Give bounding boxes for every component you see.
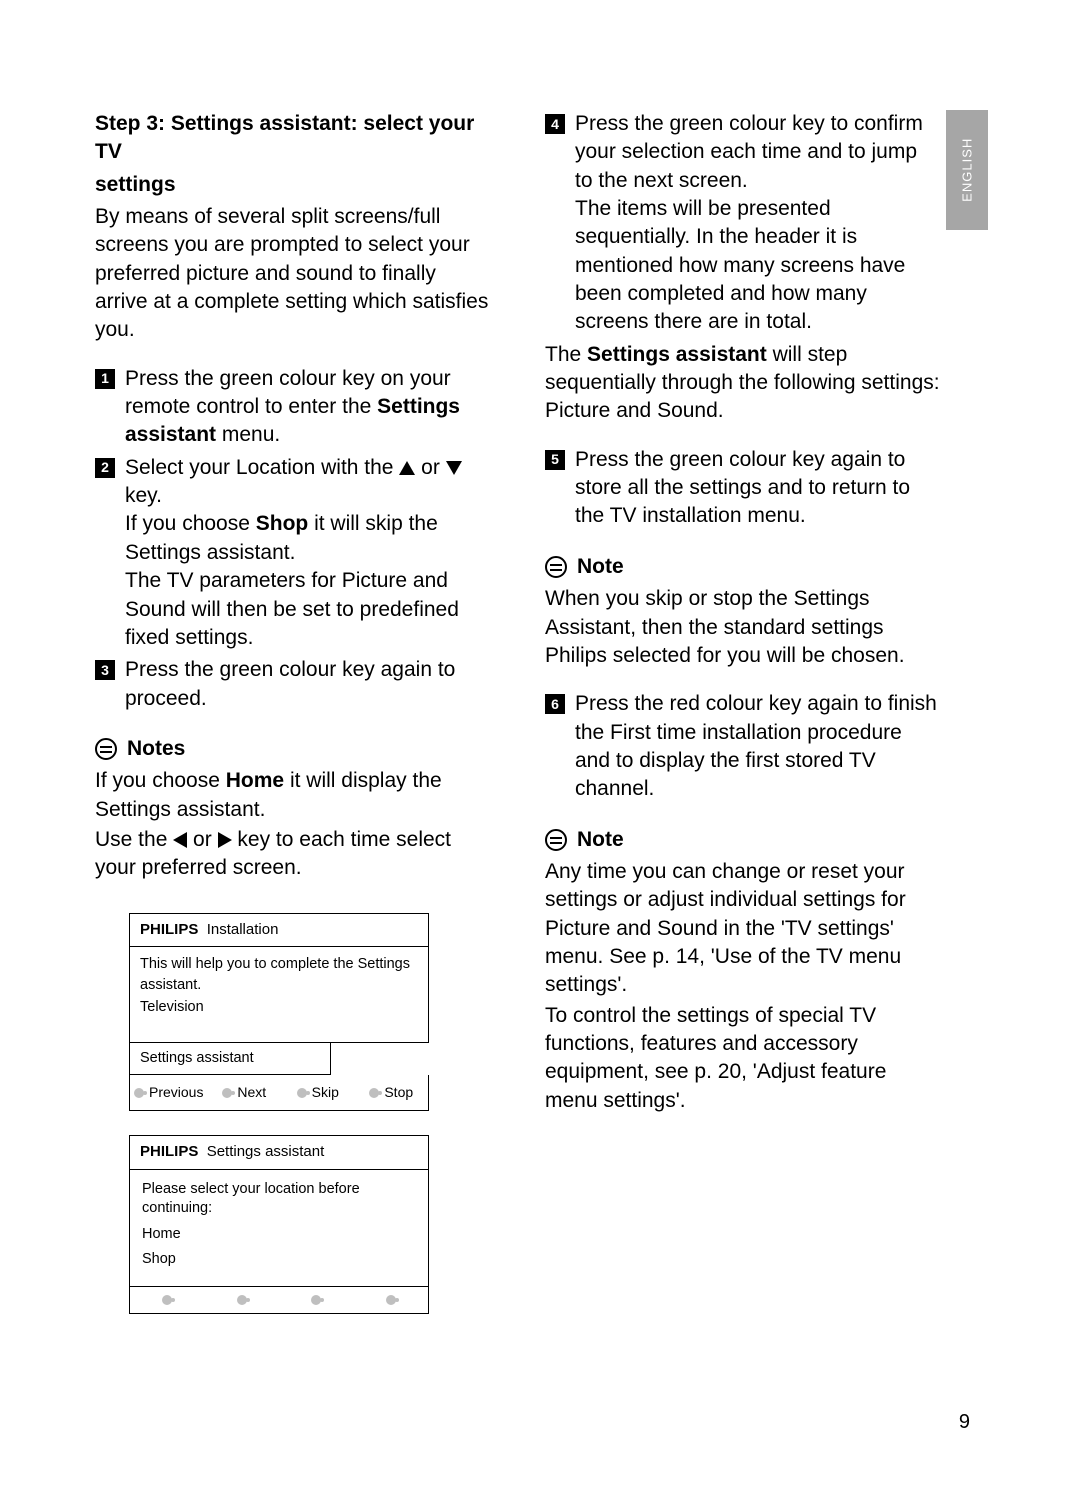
left-column: Step 3: Settings assistant: select your …: [95, 110, 495, 1338]
tv1-title: Installation: [207, 921, 279, 938]
step3-heading-line2: settings: [95, 171, 490, 199]
tv2-softkey-4: [354, 1287, 429, 1313]
tv2-option-shop: Shop: [142, 1250, 416, 1270]
note1-heading: Note: [545, 553, 940, 581]
step-6: 6 Press the red colour key again to fini…: [545, 690, 940, 803]
step-1: 1 Press the green colour key on your rem…: [95, 365, 490, 450]
note2-title: Note: [577, 826, 624, 854]
arrow-up-icon: [399, 461, 415, 475]
tv1-settings-assistant: Settings assistant: [129, 1043, 331, 1076]
step-list-2: 4 Press the green colour key to confirm …: [545, 110, 940, 337]
tv-mock-installation: PHILIPS Installation This will help you …: [129, 913, 429, 1112]
step-6-body: Press the red colour key again to finish…: [575, 690, 940, 803]
tv2-title: Settings assistant: [207, 1143, 325, 1160]
page-number: 9: [959, 1409, 970, 1436]
content-columns: Step 3: Settings assistant: select your …: [95, 110, 985, 1338]
step-3-body: Press the green colour key again to proc…: [125, 656, 490, 713]
step-2: 2 Select your Location with the or key. …: [95, 454, 490, 652]
language-tab-label: ENGLISH: [958, 138, 976, 202]
dot-icon: [237, 1295, 247, 1305]
step-3: 3 Press the green colour key again to pr…: [95, 656, 490, 713]
step-number-3: 3: [95, 660, 115, 680]
tv1-line3: Television: [140, 998, 418, 1018]
tv1-frame: PHILIPS Installation This will help you …: [129, 913, 429, 1043]
step-5-body: Press the green colour key again to stor…: [575, 446, 940, 531]
step-4-body: Press the green colour key to confirm yo…: [575, 110, 940, 337]
dot-icon: [386, 1295, 396, 1305]
tv1-softkey-next: Next: [207, 1075, 281, 1110]
note-icon: [545, 829, 567, 851]
tv2-softkey-2: [205, 1287, 280, 1313]
right-column: 4 Press the green colour key to confirm …: [545, 110, 985, 1338]
note-icon: [95, 738, 117, 760]
tv1-softkey-stop: Stop: [355, 1075, 429, 1110]
step-number-6: 6: [545, 694, 565, 714]
note1-title: Note: [577, 553, 624, 581]
step-number-2: 2: [95, 458, 115, 478]
tv1-body: This will help you to complete the Setti…: [130, 946, 428, 1042]
tv1-softkey-skip: Skip: [281, 1075, 355, 1110]
tv-mock-settings-assistant: PHILIPS Settings assistant Please select…: [129, 1135, 429, 1314]
tv2-softkey-3: [279, 1287, 354, 1313]
tv2-brand: PHILIPS: [140, 1143, 198, 1160]
tv1-softkeys: Previous Next Skip Stop: [129, 1075, 429, 1111]
tv2-softkeys: [129, 1287, 429, 1314]
notes-title: Notes: [127, 735, 185, 763]
step-4: 4 Press the green colour key to confirm …: [545, 110, 940, 337]
note2-heading: Note: [545, 826, 940, 854]
tv2-titlebar: PHILIPS Settings assistant: [130, 1136, 428, 1168]
step3-intro: By means of several split screens/full s…: [95, 203, 490, 345]
step-list-3: 5 Press the green colour key again to st…: [545, 446, 940, 531]
dot-icon: [162, 1295, 172, 1305]
tv1-brand: PHILIPS: [140, 921, 198, 938]
tv2-softkey-1: [130, 1287, 205, 1313]
arrow-left-icon: [173, 832, 187, 848]
step3-heading-line1: Step 3: Settings assistant: select your …: [95, 110, 490, 167]
step3-block: Step 3: Settings assistant: select your …: [95, 110, 490, 345]
step-list-4: 6 Press the red colour key again to fini…: [545, 690, 940, 803]
tv2-line1: Please select your location before conti…: [142, 1180, 416, 1219]
step-2-body: Select your Location with the or key. If…: [125, 454, 490, 652]
arrow-down-icon: [446, 461, 462, 475]
tv1-line2: assistant.: [140, 976, 418, 996]
tv1-softkey-previous: Previous: [130, 1075, 207, 1110]
dot-icon: [222, 1088, 232, 1098]
tv1-titlebar: PHILIPS Installation: [130, 914, 428, 946]
dot-icon: [369, 1088, 379, 1098]
notes-paragraph-1: If you choose Home it will display the S…: [95, 767, 490, 824]
settings-assistant-description: The Settings assistant will step sequent…: [545, 341, 940, 426]
step-number-4: 4: [545, 114, 565, 134]
notes-paragraph-2: Use the or key to each time select your …: [95, 826, 490, 883]
step-number-1: 1: [95, 369, 115, 389]
tv2-option-home: Home: [142, 1225, 416, 1245]
note2-paragraph-1: Any time you can change or reset your se…: [545, 858, 940, 1000]
step-1-body: Press the green colour key on your remot…: [125, 365, 490, 450]
tv2-frame: PHILIPS Settings assistant Please select…: [129, 1135, 429, 1287]
tv2-body: Please select your location before conti…: [130, 1169, 428, 1286]
manual-page: ENGLISH Step 3: Settings assistant: sele…: [0, 0, 1080, 1486]
note2-paragraph-2: To control the settings of special TV fu…: [545, 1002, 940, 1115]
arrow-right-icon: [218, 832, 232, 848]
notes-heading: Notes: [95, 735, 490, 763]
step-list-1: 1 Press the green colour key on your rem…: [95, 365, 490, 713]
note-icon: [545, 556, 567, 578]
language-tab: ENGLISH: [946, 110, 988, 230]
step-number-5: 5: [545, 450, 565, 470]
note1-body: When you skip or stop the Settings Assis…: [545, 585, 940, 670]
dot-icon: [134, 1088, 144, 1098]
step-5: 5 Press the green colour key again to st…: [545, 446, 940, 531]
tv1-line1: This will help you to complete the Setti…: [140, 955, 418, 975]
dot-icon: [297, 1088, 307, 1098]
dot-icon: [311, 1295, 321, 1305]
